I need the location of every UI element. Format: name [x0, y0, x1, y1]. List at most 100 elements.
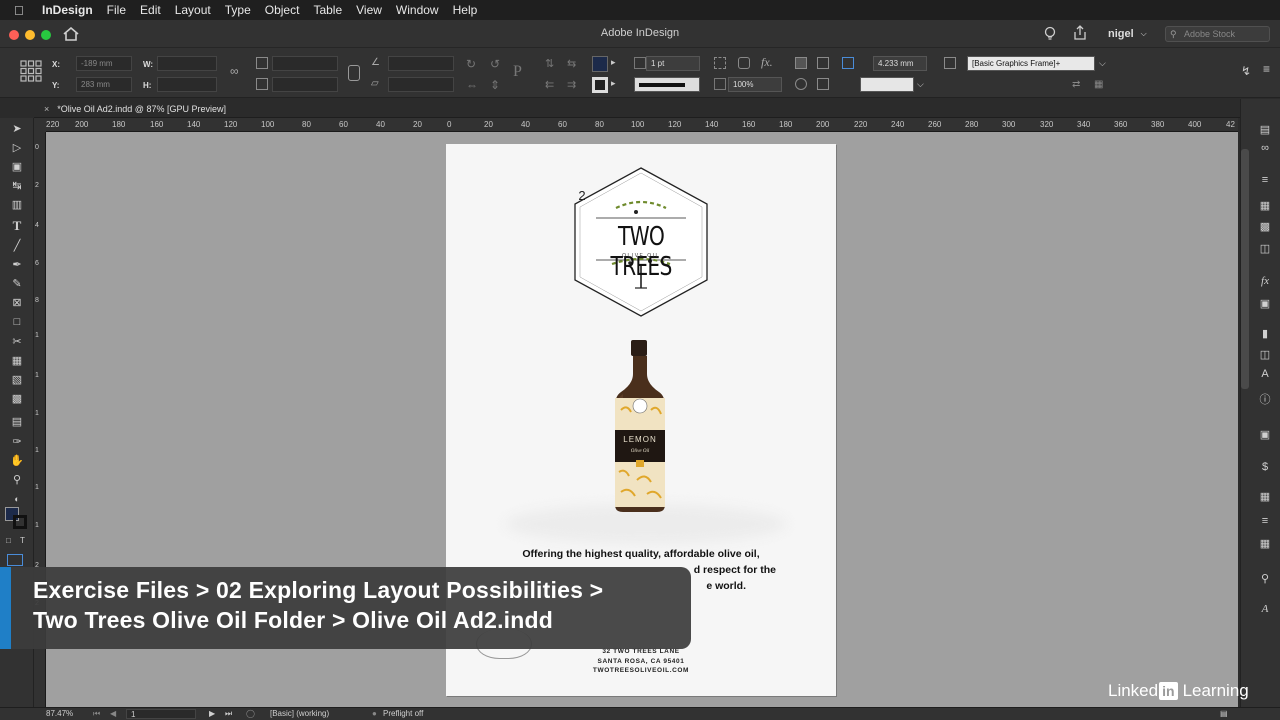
table-panel-icon[interactable]: ▦ — [1258, 490, 1272, 504]
stroke-swatch[interactable] — [592, 77, 608, 93]
object-styles-icon[interactable]: $ — [1258, 460, 1272, 474]
next-page-icon[interactable]: ▶ — [209, 709, 215, 718]
eyedropper-tool-icon[interactable]: ✑ — [9, 434, 25, 450]
shear-field[interactable] — [388, 77, 454, 92]
fill-swatch[interactable] — [592, 56, 608, 72]
stroke-color-icon[interactable] — [13, 515, 27, 529]
wrap-icon[interactable] — [795, 78, 807, 90]
user-menu[interactable]: nigel ⌵ — [1108, 25, 1147, 43]
previous-page-icon[interactable]: ◀ — [110, 709, 116, 718]
line-tool-icon[interactable]: ╱ — [9, 238, 25, 254]
stroke-weight-stepper[interactable] — [634, 57, 646, 69]
profile-text[interactable]: [Basic] (working) — [270, 709, 329, 718]
menu-type[interactable]: Type — [225, 3, 251, 17]
layers-panel-icon[interactable]: ▣ — [1258, 297, 1272, 311]
character-styles-icon[interactable]: A — [1258, 367, 1272, 381]
pages-panel-icon[interactable]: ▤ — [1258, 123, 1272, 137]
type-tool-icon[interactable]: T — [9, 218, 25, 234]
first-page-icon[interactable]: ⏮ — [93, 709, 100, 719]
stroke-type-select[interactable] — [634, 77, 700, 92]
formatting-text-icon[interactable]: T — [20, 536, 25, 545]
share-icon[interactable] — [1073, 25, 1087, 41]
menu-file[interactable]: File — [107, 3, 126, 17]
y-field[interactable]: 283 mm — [76, 77, 132, 92]
w-field[interactable] — [157, 56, 217, 71]
panel-menu-icon[interactable]: ≡ — [1263, 62, 1270, 76]
cell-styles-icon[interactable]: ▦ — [1258, 537, 1272, 551]
close-tab-icon[interactable]: × — [44, 104, 49, 114]
pathfinder-panel-icon[interactable]: ◫ — [1258, 348, 1272, 362]
pencil-tool-icon[interactable]: ✎ — [9, 276, 25, 292]
olive-oil-bottle-image[interactable]: LEMON Olive Oil — [607, 340, 673, 515]
page-number-field[interactable]: 1 — [126, 709, 196, 719]
preflight-text[interactable]: Preflight off — [383, 709, 423, 718]
info-panel-icon[interactable]: ⓘ — [1258, 393, 1272, 407]
menu-layout[interactable]: Layout — [175, 3, 211, 17]
formatting-container-icon[interactable]: □ — [6, 536, 11, 545]
gap-tool-icon[interactable]: ↹ — [9, 178, 25, 194]
menu-app[interactable]: InDesign — [42, 3, 93, 17]
align-top-icon[interactable] — [795, 57, 807, 69]
screen-mode-icon[interactable] — [7, 554, 23, 566]
zoom-level[interactable]: 87.47% — [46, 709, 73, 718]
two-trees-logo[interactable]: 2 TWO TREES OLIVE OIL — [572, 166, 710, 318]
vertical-scrollbar[interactable] — [1241, 149, 1249, 389]
scissors-tool-icon[interactable]: ✂ — [9, 334, 25, 350]
color-panel-icon[interactable]: ◫ — [1258, 242, 1272, 256]
constrain-proportions-icon[interactable]: ∞ — [230, 64, 239, 78]
redefine-style-icon[interactable]: ▦ — [1094, 79, 1103, 90]
effects-panel-icon[interactable]: fx — [1258, 274, 1272, 288]
menu-object[interactable]: Object — [265, 3, 300, 17]
menu-edit[interactable]: Edit — [140, 3, 161, 17]
ruler-origin[interactable] — [34, 118, 46, 132]
flip-vertical-icon[interactable]: ⇕ — [490, 78, 500, 92]
note-tool-icon[interactable]: ▤ — [9, 414, 25, 430]
align-panel-icon[interactable]: ▮ — [1258, 327, 1272, 341]
last-page-icon[interactable]: ⏭ — [225, 709, 232, 719]
quick-apply-icon[interactable]: ↯ — [1241, 64, 1251, 78]
menu-help[interactable]: Help — [453, 3, 478, 17]
swatches-panel-icon[interactable]: ▦ — [1258, 199, 1272, 213]
rotate-ccw-icon[interactable]: ↺ — [490, 57, 500, 71]
selection-tool-icon[interactable]: ➤ — [9, 121, 25, 137]
adobe-stock-search[interactable]: Adobe Stock — [1165, 26, 1270, 42]
open-page-icon[interactable]: ◯ — [246, 709, 255, 718]
drop-shadow-icon[interactable] — [714, 57, 726, 69]
zoom-tool-icon[interactable]: ⚲ — [9, 472, 25, 488]
gradient-tool-icon[interactable]: ▧ — [9, 372, 25, 388]
reference-point-icon[interactable] — [20, 60, 42, 82]
object-style-chevron-icon[interactable]: ⌵ — [1099, 58, 1106, 69]
scale-y-field[interactable] — [272, 77, 338, 92]
corner-options-icon[interactable] — [738, 57, 750, 69]
gradient-feather-tool-icon[interactable]: ▩ — [9, 391, 25, 407]
gradient-panel-icon[interactable]: ▩ — [1258, 220, 1272, 234]
auto-fit-icon[interactable] — [842, 57, 854, 69]
opacity-field[interactable]: 100% — [728, 77, 782, 92]
horizontal-ruler[interactable]: 220 200 180 160 140 120 100 80 60 40 20 … — [46, 118, 1238, 132]
offset-field[interactable]: 4.233 mm — [873, 56, 927, 71]
rectangle-frame-tool-icon[interactable]: ⊠ — [9, 295, 25, 311]
hand-tool-icon[interactable]: ✋ — [9, 453, 25, 469]
menu-view[interactable]: View — [356, 3, 382, 17]
free-transform-tool-icon[interactable]: ▦ — [9, 353, 25, 369]
select-container-icon[interactable]: ⇅ — [545, 57, 554, 70]
menu-window[interactable]: Window — [396, 3, 439, 17]
links-panel-icon[interactable]: ∞ — [1258, 141, 1272, 155]
glyphs-panel-icon[interactable]: ⚲ — [1258, 572, 1272, 586]
lightbulb-icon[interactable] — [1043, 26, 1057, 42]
select-previous-icon[interactable]: ⇇ — [545, 78, 554, 91]
constrain-scale-icon[interactable] — [348, 65, 360, 81]
frame-fitting-icon[interactable] — [817, 78, 829, 90]
status-panel-toggle-icon[interactable]: ▤ — [1220, 709, 1228, 718]
rectangle-tool-icon[interactable]: □ — [9, 314, 25, 330]
page-tool-icon[interactable]: ▣ — [9, 159, 25, 175]
clear-overrides-icon[interactable]: ⇄ — [1072, 79, 1080, 90]
default-colors-icon[interactable]: ◐ — [9, 491, 25, 507]
menu-table[interactable]: Table — [313, 3, 342, 17]
apple-icon[interactable]:  — [14, 3, 32, 18]
select-content-icon[interactable]: ⇆ — [567, 57, 576, 70]
stroke-weight-field[interactable]: 1 pt — [646, 56, 700, 71]
cc-libraries-icon[interactable]: ▣ — [1258, 428, 1272, 442]
pen-tool-icon[interactable]: ✒ — [9, 257, 25, 273]
document-tab[interactable]: × *Olive Oil Ad2.indd @ 87% [GPU Preview] — [40, 101, 234, 117]
